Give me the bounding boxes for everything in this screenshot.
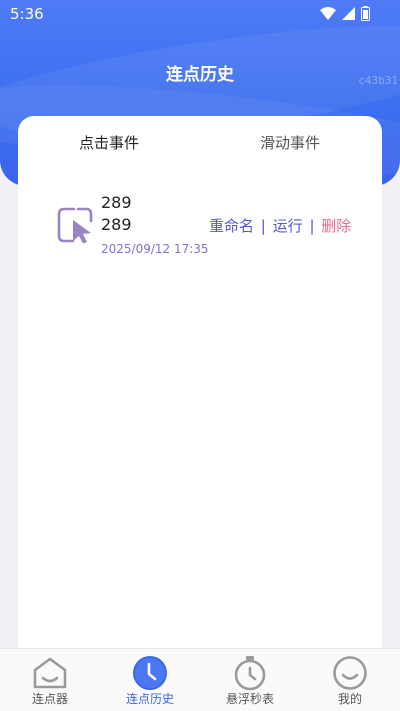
history-card: 点击事件 滑动事件 289 289 2025/09/12 17:35 重命名 |… <box>18 116 382 656</box>
stopwatch-icon <box>234 656 266 691</box>
tab-click-events[interactable]: 点击事件 <box>79 132 139 153</box>
status-time: 5:36 <box>10 5 44 23</box>
cursor-click-icon <box>57 207 93 244</box>
signal-icon <box>342 7 355 20</box>
nav-item-history[interactable]: 连点历史 <box>110 649 190 711</box>
event-name: 289 <box>101 193 132 212</box>
nav-item-mine[interactable]: 我的 <box>310 649 390 711</box>
status-icons <box>320 6 370 21</box>
bottom-nav: 连点器 连点历史 悬浮秒表 我的 <box>0 648 400 711</box>
run-button[interactable]: 运行 <box>273 217 303 235</box>
event-tabs: 点击事件 滑动事件 <box>18 116 382 168</box>
event-name-secondary: 289 <box>101 215 132 234</box>
separator: | <box>260 217 266 235</box>
smiley-face-icon <box>333 656 367 690</box>
separator: | <box>309 217 315 235</box>
delete-button[interactable]: 删除 <box>321 217 351 235</box>
event-date: 2025/09/12 17:35 <box>101 242 209 256</box>
home-face-icon <box>33 657 67 689</box>
watermark: c43b31 <box>358 74 398 87</box>
page-title: 连点历史 <box>166 65 234 85</box>
battery-icon <box>361 6 370 21</box>
tab-swipe-events[interactable]: 滑动事件 <box>260 132 320 153</box>
status-bar: 5:36 <box>0 0 400 28</box>
rename-button[interactable]: 重命名 <box>209 217 254 235</box>
wifi-icon <box>320 6 336 20</box>
nav-label: 我的 <box>337 692 362 706</box>
nav-item-stopwatch[interactable]: 悬浮秒表 <box>210 649 290 711</box>
event-actions: 重命名 | 运行 | 删除 <box>209 215 351 236</box>
list-item[interactable]: 289 289 2025/09/12 17:35 重命名 | 运行 | 删除 <box>18 186 382 266</box>
nav-label: 悬浮秒表 <box>225 692 274 706</box>
nav-item-clicker[interactable]: 连点器 <box>10 649 90 711</box>
nav-label: 连点历史 <box>125 692 174 706</box>
clock-icon <box>133 656 167 690</box>
nav-label: 连点器 <box>31 692 68 706</box>
